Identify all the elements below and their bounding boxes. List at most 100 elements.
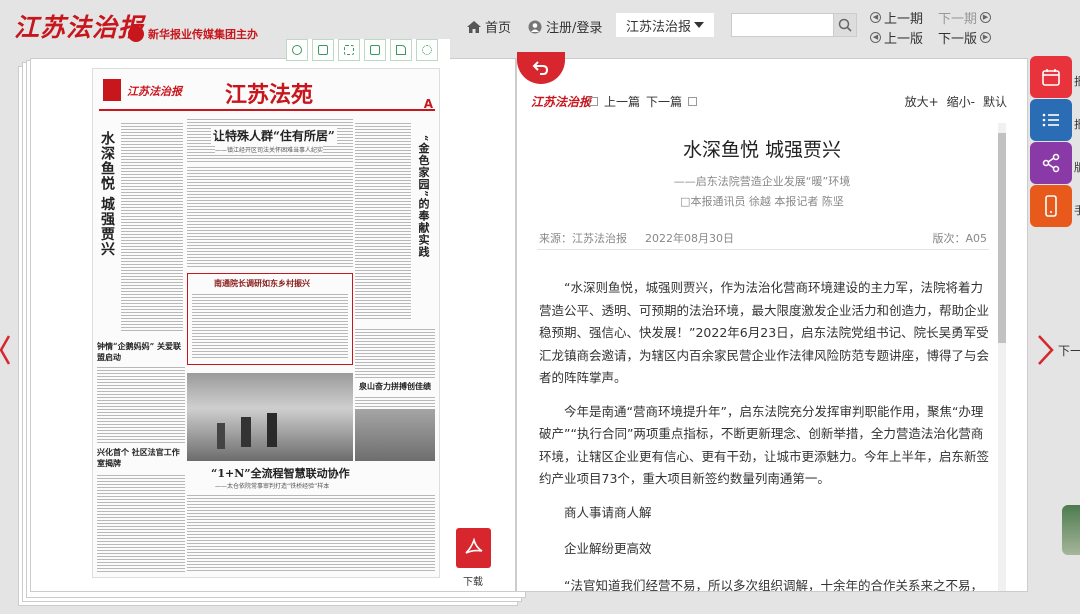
list-tool-button[interactable]	[1030, 99, 1072, 141]
article-page-version: 版次：A05	[932, 232, 987, 245]
section-title: 江苏法苑	[225, 82, 314, 108]
article-date: 2022年08月30日	[645, 232, 734, 245]
article-body: “水深则鱼悦，城强则贾兴，作为法治化营商环境建设的主力军，法院将着力营造公平、透…	[539, 277, 990, 592]
article-panel: 江苏法治报 上一篇 下一篇 放大+ 缩小- 默认 水深鱼悦 城强贾兴 ——启东法…	[516, 58, 1028, 592]
article-paragraph: “水深则鱼悦，城强则贾兴，作为法治化营商环境建设的主力军，法院将着力营造公平、透…	[539, 280, 990, 385]
article-hotspot-title[interactable]: 水深鱼悦 城强贾兴	[97, 131, 117, 261]
news-photo	[187, 373, 353, 461]
next-issue-link[interactable]: 下一期 ▶	[938, 8, 992, 27]
prev-article-link[interactable]: 上一篇	[604, 93, 640, 110]
newspaper-masthead: 江苏法治报 江苏法苑 A	[99, 75, 435, 111]
divider	[537, 249, 989, 250]
article-hotspot-title[interactable]: 让特殊人群“住有所居”	[211, 127, 337, 144]
search-box	[731, 13, 857, 37]
publisher-name: 新华报业传媒集团主办	[148, 28, 258, 41]
article-hotspot-title[interactable]: “金色家园”的奉献实践	[415, 135, 431, 285]
page-toolbar	[286, 39, 450, 63]
article-byline: □本报通讯员 徐越 本报记者 陈坚	[680, 195, 844, 208]
article-scrollbar[interactable]	[998, 123, 1006, 591]
article-text	[355, 327, 435, 379]
calendar-tool-button[interactable]	[1030, 56, 1072, 98]
settings-icon[interactable]	[416, 39, 438, 61]
article-text	[187, 493, 435, 573]
download-label[interactable]: 下载	[463, 573, 483, 588]
home-link[interactable]: 首页	[467, 17, 511, 36]
site-logo[interactable]: 江苏法治报	[14, 8, 144, 44]
article-logo: 江苏法治报	[531, 95, 592, 109]
arrow-right-icon: ▶	[980, 32, 992, 43]
article-hotspot-title[interactable]: 兴化首个 社区法官工作室揭牌	[97, 447, 187, 469]
user-icon	[528, 20, 542, 33]
masthead-logo: 江苏法治报	[127, 85, 182, 98]
calendar-tool-label: 报	[1074, 75, 1080, 88]
next-page-label[interactable]: 下一版	[1058, 342, 1080, 359]
masthead-mark	[103, 79, 121, 101]
prev-page-arrow-icon[interactable]	[0, 334, 10, 366]
article-paragraph: 今年是南通“营商环境提升年”，启东法院充分发挥审判职能作用，聚焦“办理破产”“执…	[539, 403, 990, 487]
pdf-icon	[464, 538, 482, 554]
login-label: 注册/登录	[546, 21, 603, 36]
article-text	[97, 473, 185, 573]
next-page-link[interactable]: 下一版 ▶	[938, 28, 992, 47]
article-text	[121, 121, 183, 331]
arrow-left-icon: ◀	[870, 12, 881, 23]
article-text	[355, 121, 411, 321]
zoom-icon[interactable]	[286, 39, 308, 61]
article-nav: 上一篇 下一篇	[589, 93, 698, 110]
floating-ad-thumbnail[interactable]	[1062, 505, 1080, 555]
article-text	[355, 395, 435, 407]
publisher-logo-icon	[128, 26, 144, 42]
calendar-icon	[1042, 69, 1060, 86]
prev-issue-link[interactable]: ◀ 上一期	[870, 8, 923, 27]
arrow-left-icon: ◀	[870, 32, 881, 43]
top-header: 江苏法治报 新华报业传媒集团主办 首页 注册/登录 江苏法治报 ◀ 上一期 下一…	[0, 0, 1080, 56]
return-arrow-icon	[532, 61, 549, 75]
zoom-default-button[interactable]: 默认	[983, 93, 1007, 110]
article-hotspot-title[interactable]: 钟情“企鹅妈妈” 关爱联盟启动	[97, 341, 187, 363]
article-text	[97, 365, 185, 445]
search-button[interactable]	[833, 13, 857, 37]
share-icon[interactable]	[390, 39, 412, 61]
share-tool-button[interactable]	[1030, 142, 1072, 184]
square-icon	[589, 97, 598, 106]
pdf-download-button[interactable]	[456, 528, 491, 568]
scroll-thumb[interactable]	[998, 133, 1006, 343]
article-hotspot-title[interactable]: “1+N”全流程智慧联动协作	[211, 465, 350, 481]
headline-subtitle: ——镇江经开区司法关怀困难当事人纪实	[215, 145, 324, 154]
list-icon	[1042, 113, 1059, 127]
next-page-label: 下一版	[938, 32, 978, 47]
article-meta: 来源：江苏法治报 2022年08月30日 版次：A05	[539, 230, 987, 246]
article-paragraph: “法官知道我们经营不易，所以多次组织调解，十余年的合作关系来之不易，	[564, 577, 983, 592]
mobile-tool-button[interactable]	[1030, 185, 1072, 227]
fullscreen-icon[interactable]	[338, 39, 360, 61]
single-page-icon[interactable]	[312, 39, 334, 61]
mobile-icon	[1045, 195, 1057, 217]
article-hotspot-title[interactable]: 泉山奋力拼搏创佳绩	[359, 381, 431, 392]
search-icon	[838, 18, 852, 32]
publisher-label: 新华报业传媒集团主办	[128, 26, 258, 42]
search-input[interactable]	[731, 13, 833, 37]
zoom-in-button[interactable]: 放大+	[905, 93, 939, 110]
home-label: 首页	[485, 21, 512, 36]
share-icon	[1042, 153, 1060, 173]
article-subtitle: ——启东法院营造企业发展“暖”环境	[673, 175, 851, 188]
share-tool-label: 版	[1074, 161, 1080, 174]
boxed-article[interactable]: 南通院长调研如东乡村振兴	[187, 273, 353, 365]
zoom-out-button[interactable]: 缩小-	[947, 93, 975, 110]
home-icon	[467, 20, 481, 33]
mobile-tool-label: 手	[1074, 204, 1080, 217]
article-subheading: 企业解纷更高效	[564, 541, 652, 556]
page-letter: A	[423, 97, 433, 111]
newspaper-select[interactable]: 江苏法治报	[616, 13, 714, 37]
newspaper-image[interactable]: 江苏法治报 江苏法苑 A 水深鱼悦 城强贾兴 钟情“企鹅妈妈” 关爱联盟启动 兴…	[92, 68, 440, 578]
save-icon[interactable]	[364, 39, 386, 61]
headline-subtitle: ——太仓依院常事审判打造“铁桥经验”样本	[215, 483, 330, 490]
article-text	[187, 165, 353, 269]
prev-page-link[interactable]: ◀ 上一版	[870, 28, 923, 47]
list-tool-label: 报	[1074, 118, 1080, 131]
login-link[interactable]: 注册/登录	[528, 17, 602, 36]
prev-page-label: 上一版	[884, 32, 924, 47]
next-article-link[interactable]: 下一篇	[646, 93, 682, 110]
next-page-arrow-icon[interactable]	[1036, 334, 1056, 366]
font-size-controls: 放大+ 缩小- 默认	[905, 93, 1007, 110]
